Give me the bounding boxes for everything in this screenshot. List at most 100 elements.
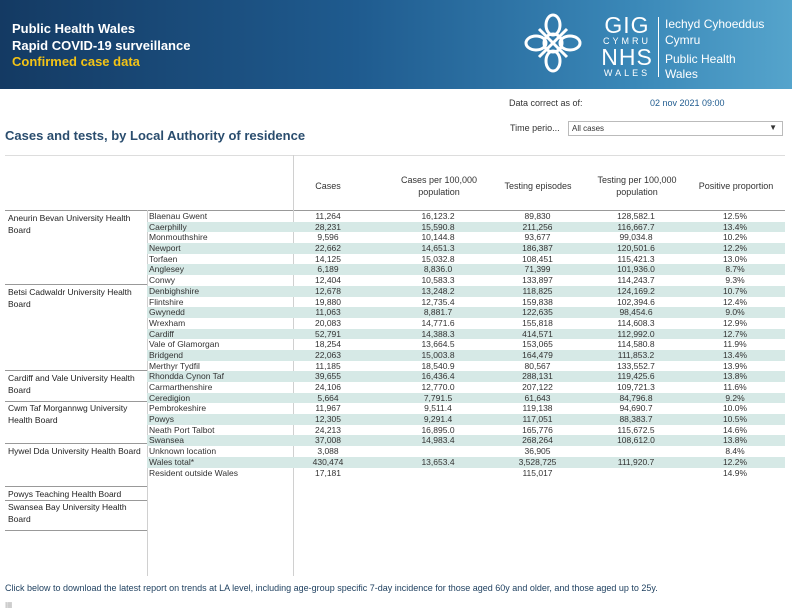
logo-gig-text: GIG — [604, 12, 650, 38]
health-board-betsi-cadwaldr: Betsi Cadwaldr University Health Board — [8, 287, 132, 309]
header-top-divider — [5, 155, 785, 156]
cell-rate: 8,881.7 — [423, 307, 453, 318]
cell-trate: 102,394.6 — [617, 296, 655, 307]
cell-tests: 164,479 — [522, 349, 553, 360]
cell-cases: 3,088 — [317, 446, 339, 457]
logo-welsh-name-1: Iechyd Cyhoeddus — [665, 17, 765, 31]
cell-pos: 10.5% — [722, 414, 748, 425]
cell-tests: 71,399 — [524, 264, 551, 275]
cell-cases: 9,596 — [317, 232, 339, 243]
cell-tests: 186,387 — [522, 243, 553, 254]
cell-trate: 124,169.2 — [617, 285, 655, 296]
cell-trate — [576, 446, 696, 457]
table-row: Newport 22,662 14,651.3 186,387 120,501.6 12.… — [0, 243, 792, 254]
chevron-down-icon[interactable]: ▼ — [769, 123, 777, 132]
cell-cases: 11,264 — [315, 211, 341, 221]
cell-cases: 22,662 — [315, 243, 341, 254]
health-board-powys: Powys Teaching Health Board — [8, 489, 122, 499]
cell-rate: 10,583.3 — [421, 275, 455, 286]
cell-trate: 111,920.7 — [617, 456, 655, 467]
cell-rate: 8,836.0 — [423, 264, 453, 275]
cell-tests: 288,131 — [522, 371, 553, 382]
cell-tests: 165,776 — [522, 424, 553, 435]
health-board-divider — [5, 486, 147, 487]
cell-pos: 9.2% — [725, 392, 745, 403]
cell-tests: 61,643 — [524, 392, 551, 403]
cell-cases: 28,231 — [315, 221, 341, 232]
health-board-aneurin-bevan: Aneurin Bevan University Health Board — [8, 213, 131, 235]
cell-la: Cardiff — [149, 328, 174, 339]
cell-pos: 12.2% — [722, 243, 748, 254]
cell-rate: 13,248.2 — [421, 285, 455, 296]
download-icon[interactable]: ▦ — [5, 600, 105, 608]
data-correct-label: Data correct as of: — [509, 98, 583, 108]
cell-pos: 13.4% — [722, 349, 748, 360]
cell-trate: 88,383.7 — [619, 414, 653, 425]
health-board-cardiff-vale: Cardiff and Vale University Health Board — [8, 373, 135, 395]
cell-tests: 115,017 — [522, 467, 553, 478]
cell-rate: 14,388.3 — [421, 328, 455, 339]
cell-rate: 16,436.4 — [421, 371, 455, 382]
cell-trate: 84,796.8 — [619, 392, 653, 403]
cell-trate: 133,552.7 — [617, 360, 655, 371]
cell-la: Conwy — [149, 275, 175, 286]
cell-pos: 13.0% — [722, 253, 748, 264]
cell-tests: 36,905 — [524, 446, 551, 457]
cell-tests: 108,451 — [522, 253, 553, 264]
cell-trate: 111,853.2 — [617, 349, 655, 360]
cell-la: Powys — [149, 414, 175, 425]
cell-rate: 10,144.8 — [421, 232, 455, 243]
time-period-value: All cases — [572, 124, 605, 133]
cell-cases: 14,125 — [315, 253, 341, 264]
cell-la: Vale of Glamorgan — [149, 339, 220, 350]
logo-english-name-2: Wales — [665, 67, 698, 81]
table-row: Resident outside Wales 17,181 115,017 14.9% — [0, 468, 792, 479]
health-board-hywel-dda: Hywel Dda University Health Board — [8, 446, 141, 456]
cell-la: Wales total* — [149, 456, 195, 467]
cell-la: Merthyr Tydfil — [149, 360, 200, 371]
cell-trate: 120,501.6 — [617, 243, 655, 254]
cell-cases: 37,008 — [315, 435, 341, 446]
cell-trate: 128,582.1 — [617, 211, 655, 221]
table-row: Neath Port Talbot 24,213 16,895.0 165,776 11… — [0, 425, 792, 436]
cell-rate: 13,653.4 — [421, 456, 455, 467]
cell-cases: 11,185 — [315, 360, 341, 371]
cell-rate — [378, 446, 498, 457]
cell-rate: 16,895.0 — [421, 424, 455, 435]
cell-rate: 9,291.4 — [423, 414, 453, 425]
health-board-divider — [5, 530, 147, 531]
logo-wales-text: WALES — [603, 68, 651, 78]
table-row: Wrexham 20,083 14,771.6 155,818 114,608.3 12.… — [0, 318, 792, 329]
cell-cases: 39,655 — [315, 371, 341, 382]
cell-trate: 101,936.0 — [617, 264, 655, 275]
cell-tests: 133,897 — [522, 275, 553, 286]
cell-la: Flintshire — [149, 296, 184, 307]
cell-trate — [576, 468, 696, 479]
logo-welsh-name-2: Cymru — [665, 33, 701, 47]
cell-pos: 12.7% — [722, 328, 748, 339]
table-row: Bridgend 22,063 15,003.8 164,479 111,853.2 13… — [0, 349, 792, 361]
cell-cases: 12,678 — [315, 285, 341, 296]
health-board-cwm-taf: Cwm Taf Morgannwg University Health Boar… — [8, 403, 128, 425]
cell-cases: 24,106 — [315, 382, 341, 392]
time-period-dropdown[interactable]: All cases ▼ — [568, 121, 783, 136]
cell-pos: 14.9% — [722, 467, 748, 478]
cell-la: Resident outside Wales — [149, 467, 238, 478]
cell-tests: 414,571 — [522, 328, 553, 339]
cell-tests: 89,830 — [524, 211, 551, 221]
nhs-wales-logo: GIG CYMRU NHS WALES — [598, 12, 656, 79]
header-org-name: Public Health Wales — [12, 21, 136, 36]
cell-la: Gwynedd — [149, 307, 185, 318]
cell-la: Carmarthenshire — [149, 382, 213, 392]
cell-pos: 12.4% — [722, 296, 748, 307]
cell-la: Unknown location — [149, 446, 217, 457]
cell-tests: 93,677 — [524, 232, 551, 243]
cell-pos: 13.9% — [722, 360, 748, 371]
cell-trate: 115,421.3 — [617, 253, 655, 264]
cell-rate: 14,771.6 — [421, 317, 455, 328]
col-header-positive-proportion: Positive proportion — [698, 181, 774, 191]
cell-trate: 108,612.0 — [617, 435, 655, 446]
logo-divider — [658, 17, 659, 77]
cell-pos: 10.2% — [722, 232, 748, 243]
cell-pos: 9.0% — [725, 307, 745, 318]
